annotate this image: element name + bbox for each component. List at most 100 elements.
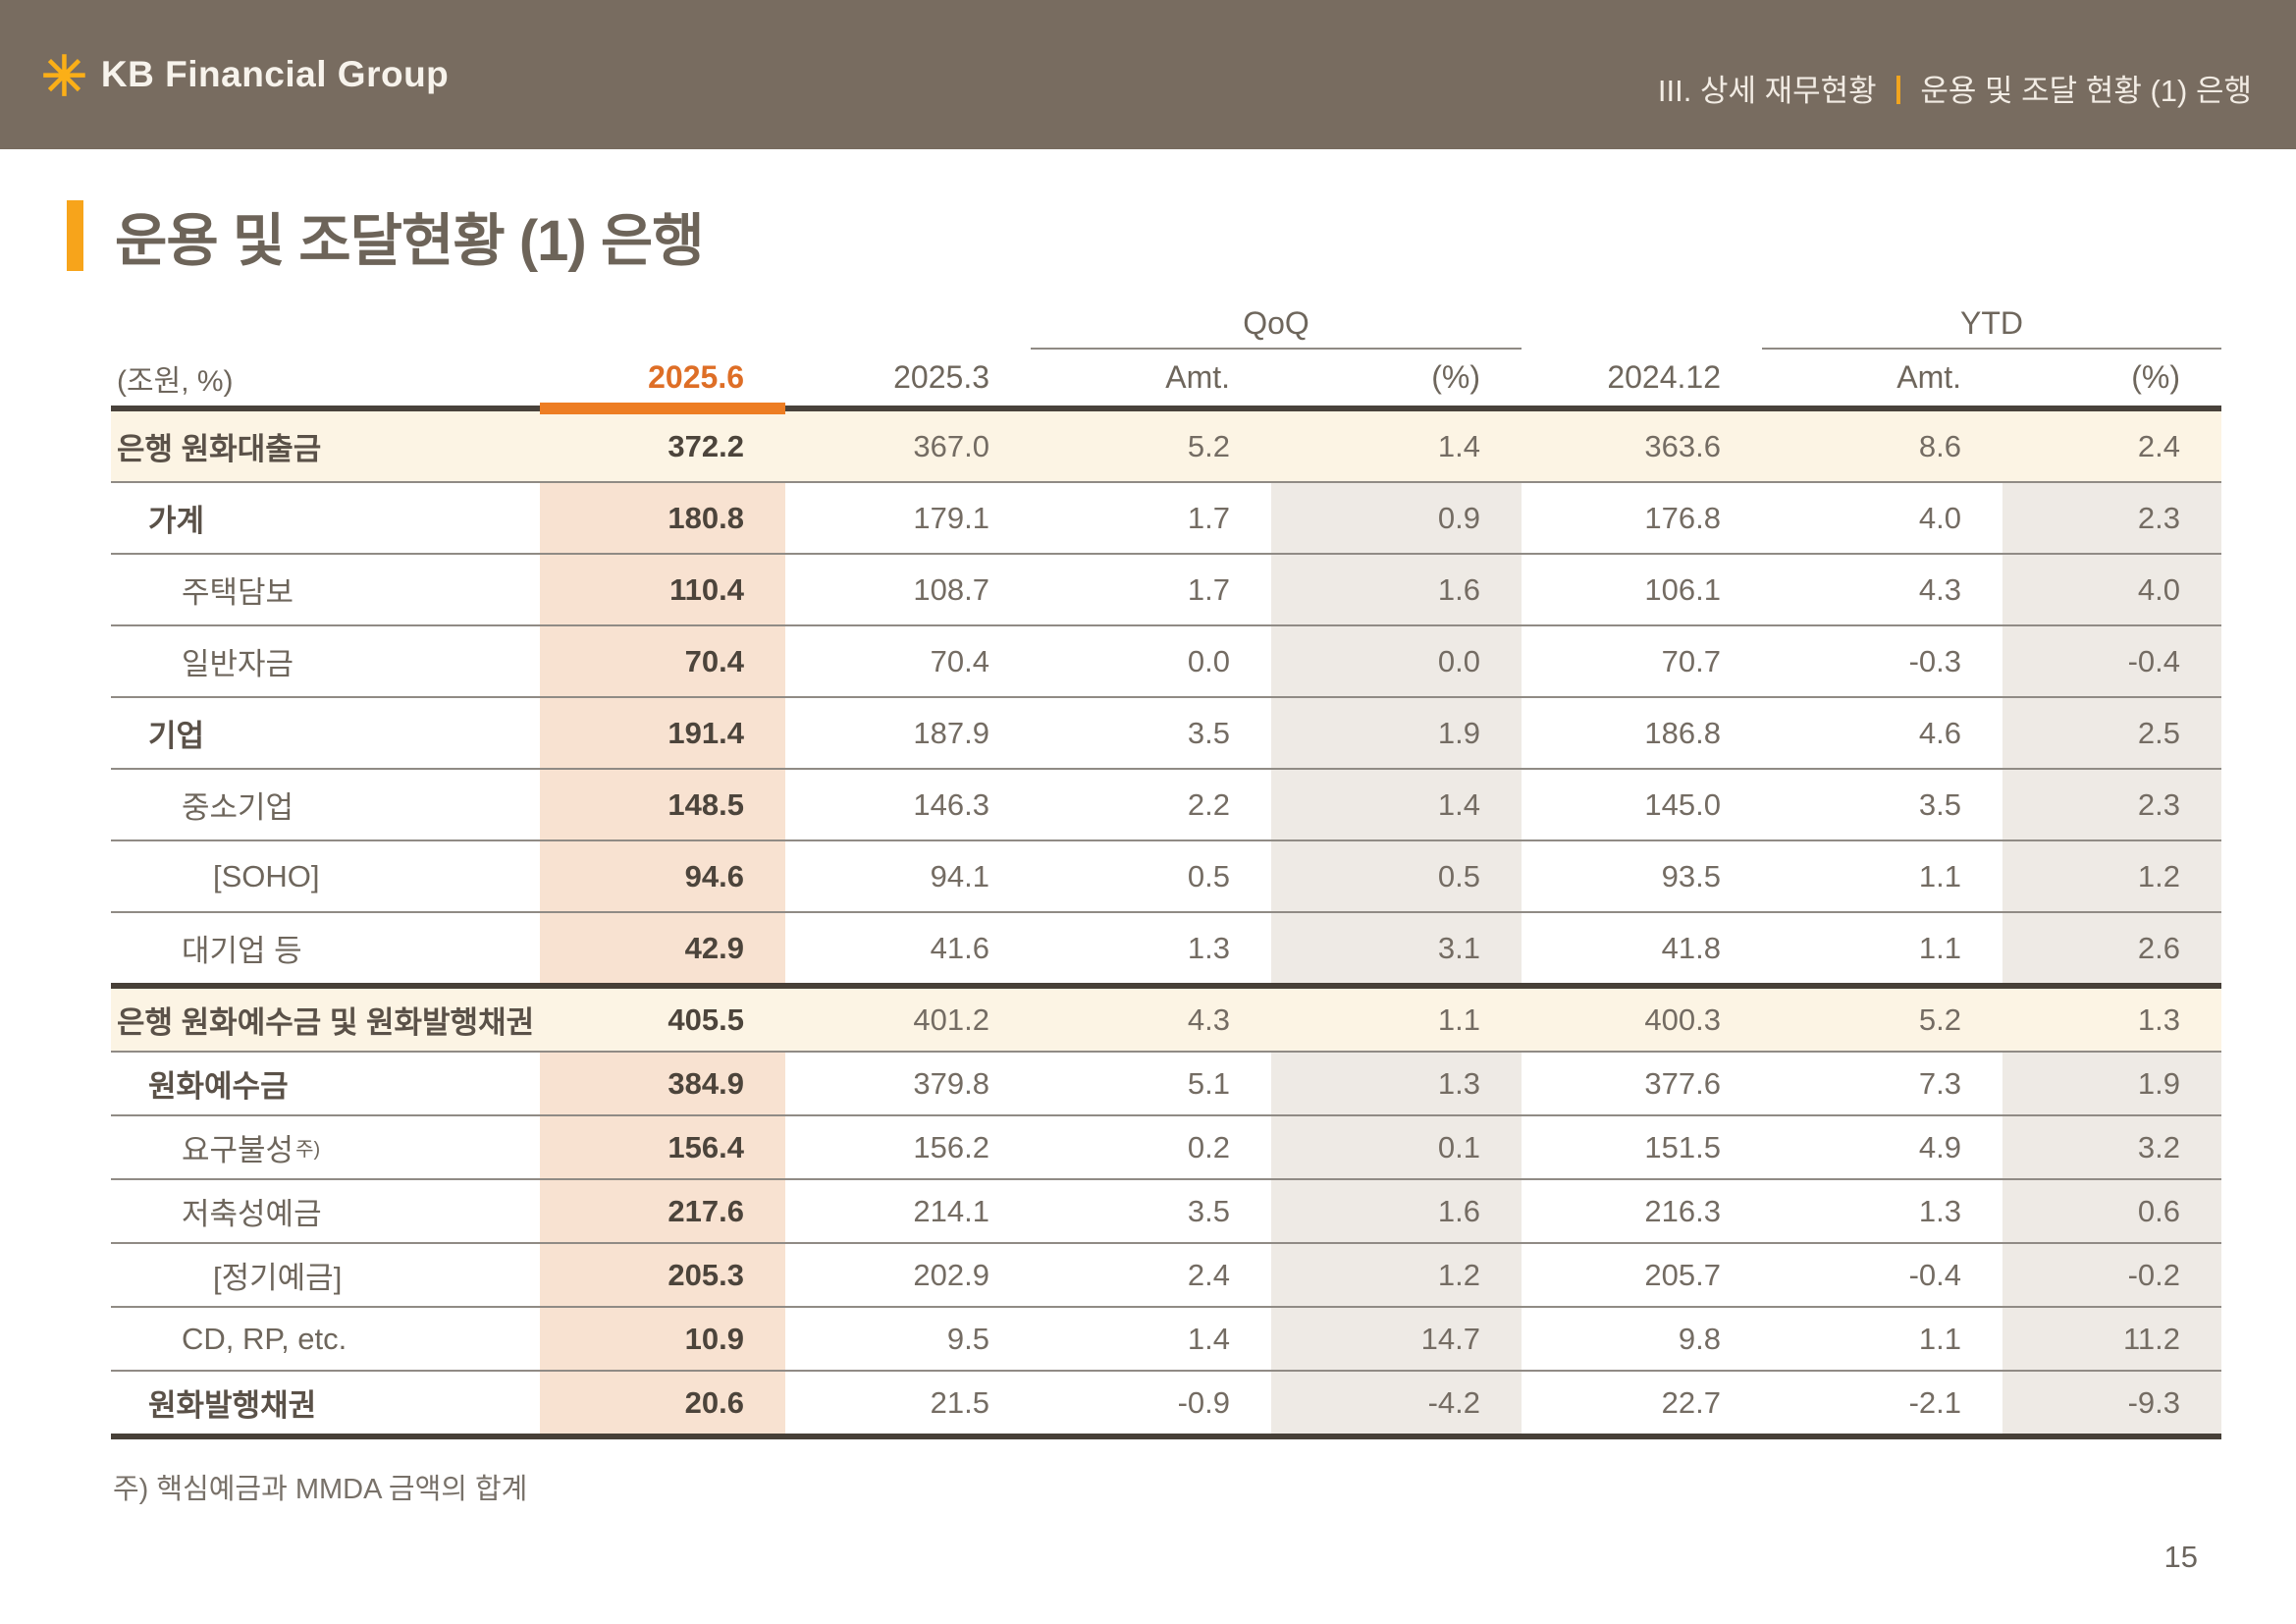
table-cell: 4.3 (1762, 555, 2002, 624)
table-cell: 4.3 (1031, 989, 1271, 1051)
row-label: 가계 (111, 483, 540, 553)
table-cell: 1.7 (1031, 555, 1271, 624)
table-cell: 9.8 (1522, 1308, 1762, 1370)
table-cell: 1.3 (1762, 1180, 2002, 1242)
table-cell: 5.2 (1762, 989, 2002, 1051)
row-label: 기업 (111, 698, 540, 768)
table-cell: 106.1 (1522, 555, 1762, 624)
table-cell: -0.4 (2002, 626, 2221, 696)
table-cell: 3.2 (2002, 1116, 2221, 1178)
table-cell: -0.3 (1762, 626, 2002, 696)
table-cell: 93.5 (1522, 841, 1762, 911)
table-row: 일반자금70.470.40.00.070.7-0.3-0.4 (111, 626, 2221, 698)
table-row: 가계180.8179.11.70.9176.84.02.3 (111, 483, 2221, 555)
table-cell: 4.0 (1762, 483, 2002, 553)
table-cell: 42.9 (540, 913, 785, 983)
row-label: 원화발행채권 (111, 1372, 540, 1434)
table-cell: 22.7 (1522, 1372, 1762, 1434)
table-cell: 1.3 (1271, 1053, 1522, 1114)
table-cell: 70.4 (540, 626, 785, 696)
kb-star-icon: ✳ (41, 49, 87, 104)
table-cell: 1.6 (1271, 1180, 1522, 1242)
table-cell: 400.3 (1522, 989, 1762, 1051)
table-cell: 1.2 (1271, 1244, 1522, 1306)
table-cell: 379.8 (785, 1053, 1031, 1114)
breadcrumb-page: 운용 및 조달 현황 (1) 은행 (1920, 66, 2252, 110)
table-cell: 0.0 (1031, 626, 1271, 696)
table-row: 원화예수금384.9379.85.11.3377.67.31.9 (111, 1053, 2221, 1116)
table-head: QoQ YTD (조원, %) 2025.6 2025.3 Amt. (%) 2… (111, 300, 2221, 411)
column-header-row: (조원, %) 2025.6 2025.3 Amt. (%) 2024.12 A… (111, 350, 2221, 406)
table-row: 은행 원화대출금372.2367.05.21.4363.68.62.4 (111, 411, 2221, 483)
footnote: 주) 핵심예금과 MMDA 금액의 합계 (113, 1466, 527, 1507)
table-cell: 179.1 (785, 483, 1031, 553)
row-label: 은행 원화대출금 (111, 411, 540, 481)
table-cell: 384.9 (540, 1053, 785, 1114)
table-cell: 4.6 (1762, 698, 2002, 768)
footnote-marker: 주) (295, 1133, 320, 1162)
breadcrumb-section: III. 상세 재무현황 (1658, 66, 1877, 110)
group-header-qoq: QoQ (1031, 300, 1522, 350)
table-cell: 2.3 (2002, 483, 2221, 553)
financial-table: QoQ YTD (조원, %) 2025.6 2025.3 Amt. (%) 2… (111, 300, 2221, 1439)
table-cell: 41.8 (1522, 913, 1762, 983)
table-row: [정기예금]205.3202.92.41.2205.7-0.4-0.2 (111, 1244, 2221, 1308)
table-cell: 2.3 (2002, 770, 2221, 839)
table-cell: 1.4 (1271, 770, 1522, 839)
table-cell: 10.9 (540, 1308, 785, 1370)
row-label: 주택담보 (111, 555, 540, 624)
table-cell: 372.2 (540, 411, 785, 481)
table-row: 은행 원화예수금 및 원화발행채권405.5401.24.31.1400.35.… (111, 989, 2221, 1053)
table-row: 저축성예금217.6214.13.51.6216.31.30.6 (111, 1180, 2221, 1244)
table-cell: 216.3 (1522, 1180, 1762, 1242)
row-label: 대기업 등 (111, 913, 540, 983)
page-title: 운용 및 조달현황 (1) 은행 (115, 194, 704, 277)
row-label: 일반자금 (111, 626, 540, 696)
table-cell: 0.2 (1031, 1116, 1271, 1178)
table-cell: 0.9 (1271, 483, 1522, 553)
table-cell: 363.6 (1522, 411, 1762, 481)
row-label: [SOHO] (111, 841, 540, 911)
table-cell: 1.6 (1271, 555, 1522, 624)
table-cell: 1.2 (2002, 841, 2221, 911)
table-cell: 156.2 (785, 1116, 1031, 1178)
row-label: 저축성예금 (111, 1180, 540, 1242)
table-cell: 205.3 (540, 1244, 785, 1306)
table-row: 요구불성주)156.4156.20.20.1151.54.93.2 (111, 1116, 2221, 1180)
table-cell: 14.7 (1271, 1308, 1522, 1370)
table-cell: -0.9 (1031, 1372, 1271, 1434)
table-cell: 1.7 (1031, 483, 1271, 553)
table-cell: 217.6 (540, 1180, 785, 1242)
table-cell: 367.0 (785, 411, 1031, 481)
table-cell: 4.0 (2002, 555, 2221, 624)
table-row: [SOHO]94.694.10.50.593.51.11.2 (111, 841, 2221, 913)
table-cell: 2.4 (1031, 1244, 1271, 1306)
row-label: CD, RP, etc. (111, 1308, 540, 1370)
table-cell: 110.4 (540, 555, 785, 624)
table-cell: 187.9 (785, 698, 1031, 768)
column-header-qoq-pct: (%) (1271, 359, 1522, 396)
table-cell: 0.0 (1271, 626, 1522, 696)
table-cell: -2.1 (1762, 1372, 2002, 1434)
row-label: 은행 원화예수금 및 원화발행채권 (111, 989, 540, 1051)
table-cell: 151.5 (1522, 1116, 1762, 1178)
table-cell: 202.9 (785, 1244, 1031, 1306)
table-row: 중소기업148.5146.32.21.4145.03.52.3 (111, 770, 2221, 841)
table-cell: 1.9 (2002, 1053, 2221, 1114)
table-cell: 214.1 (785, 1180, 1031, 1242)
page-number: 15 (2164, 1540, 2198, 1575)
table-cell: 2.2 (1031, 770, 1271, 839)
unit-label: (조원, %) (111, 356, 540, 400)
breadcrumb: III. 상세 재무현황 | 운용 및 조달 현황 (1) 은행 (1658, 66, 2252, 110)
row-label: 요구불성주) (111, 1116, 540, 1178)
table-row: 기업191.4187.93.51.9186.84.62.5 (111, 698, 2221, 770)
column-header-qoq-amt: Amt. (1031, 359, 1271, 396)
table-cell: 180.8 (540, 483, 785, 553)
table-cell: 3.5 (1031, 698, 1271, 768)
table-cell: 1.1 (1762, 913, 2002, 983)
app-header: ✳ KB Financial Group III. 상세 재무현황 | 운용 및… (0, 0, 2296, 149)
table-cell: 8.6 (1762, 411, 2002, 481)
table-cell: 405.5 (540, 989, 785, 1051)
table-cell: 0.6 (2002, 1180, 2221, 1242)
table-cell: 1.3 (1031, 913, 1271, 983)
